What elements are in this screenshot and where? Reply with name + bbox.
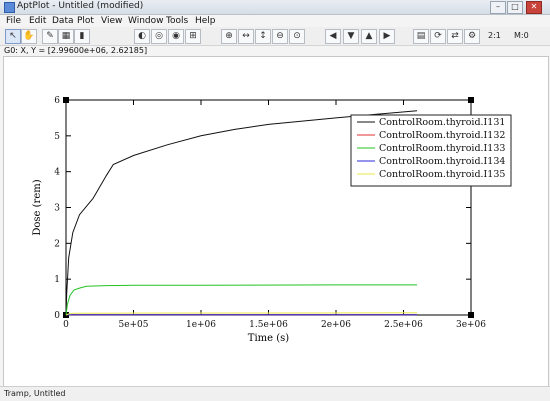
x-tick-label: 2.5e+06 [384, 320, 423, 330]
legend-label: ControlRoom.thyroid.I134 [379, 156, 505, 167]
y-tick-label: 3 [54, 204, 60, 214]
y-tick-label: 2 [54, 239, 60, 249]
minimize-button[interactable]: – [490, 1, 506, 14]
x-tick-label: 5e+05 [118, 320, 148, 330]
zoom-fit-icon[interactable]: ⊙ [289, 29, 305, 44]
app-window: AptPlot - Untitled (modified) – □ ✕ File… [0, 0, 550, 400]
view-zoom-box-icon[interactable]: ⊞ [185, 29, 201, 44]
zoom-out-icon[interactable]: ⊖ [272, 29, 288, 44]
graph-sync-icon[interactable]: ⇄ [447, 29, 463, 44]
graph-add-icon[interactable]: ▤ [413, 29, 429, 44]
x-tick-label: 2e+06 [321, 320, 351, 330]
arrow-up-icon[interactable]: ▲ [361, 29, 377, 44]
y-tick-label: 6 [54, 96, 60, 106]
view-both-icon[interactable]: ◎ [151, 29, 167, 44]
menu-edit[interactable]: Edit [29, 16, 46, 26]
view-left-icon[interactable]: ◐ [134, 29, 150, 44]
x-axis-label: Time (s) [248, 333, 289, 344]
menu-view[interactable]: View [101, 16, 122, 26]
line-chart[interactable]: 0 5e+05 1e+06 1.5e+06 2e+06 2.5e+06 3e+06 0 1 2 3 4… [4, 57, 548, 386]
pencil-icon[interactable]: ✎ [42, 29, 58, 44]
series-line-3[interactable] [66, 285, 417, 315]
arrow-down-icon[interactable]: ▼ [343, 29, 359, 44]
x-tick-label: 1e+06 [186, 320, 216, 330]
x-tick-label: 1.5e+06 [249, 320, 288, 330]
zoom-ratio: 2:1 [488, 31, 501, 40]
menu-tools[interactable]: Tools [166, 16, 188, 26]
menu-file[interactable]: File [6, 16, 21, 26]
chart-edit-icon[interactable]: ▦ [58, 29, 74, 44]
arrow-right-icon[interactable]: ▶ [379, 29, 395, 44]
legend-label: ControlRoom.thyroid.I133 [379, 143, 505, 154]
coordinate-readout: G0: X, Y = [2.99600e+06, 2.62185] [4, 46, 147, 55]
y-tick-label: 1 [54, 275, 60, 285]
zoom-y-icon[interactable]: ↕ [255, 29, 271, 44]
plot-panel[interactable]: 0 5e+05 1e+06 1.5e+06 2e+06 2.5e+06 3e+06 0 1 2 3 4… [3, 56, 549, 387]
menu-bar: File Edit Data Plot View Window Tools He… [0, 15, 550, 27]
toolbar: ↖ ✋ ✎ ▦ ▮ ◐ ◎ ◉ ⊞ ⊕ ↔ ↕ ⊖ ⊙ ◀ ▼ ▲ ▶ ▤ ⟳ … [0, 27, 550, 46]
x-tick-label: 3e+06 [456, 320, 486, 330]
status-bar: Tramp, Untitled [0, 386, 550, 401]
title-bar[interactable]: AptPlot - Untitled (modified) – □ ✕ [0, 0, 550, 15]
pan-hand-icon[interactable]: ✋ [21, 29, 37, 44]
status-text: Tramp, Untitled [4, 389, 66, 398]
legend-label: ControlRoom.thyroid.I131 [379, 117, 505, 128]
window-title: AptPlot - Untitled (modified) [17, 1, 143, 11]
y-tick-label: 0 [54, 311, 60, 321]
legend-label: ControlRoom.thyroid.I132 [379, 130, 505, 141]
menu-window[interactable]: Window [128, 16, 164, 26]
y-tick-label: 5 [54, 132, 60, 142]
y-tick-label: 4 [54, 168, 60, 178]
legend-label: ControlRoom.thyroid.I135 [379, 169, 505, 180]
zoom-x-icon[interactable]: ↔ [238, 29, 254, 44]
zoom-in-icon[interactable]: ⊕ [221, 29, 237, 44]
menu-plot[interactable]: Plot [77, 16, 94, 26]
graph-settings-icon[interactable]: ⚙ [464, 29, 480, 44]
menu-help[interactable]: Help [195, 16, 216, 26]
x-tick-label: 0 [63, 320, 69, 330]
menu-data[interactable]: Data [52, 16, 74, 26]
app-icon [4, 2, 15, 13]
view-fit-icon[interactable]: ◉ [168, 29, 184, 44]
close-button[interactable]: ✕ [526, 1, 542, 14]
graph-refresh-icon[interactable]: ⟳ [430, 29, 446, 44]
arrow-left-icon[interactable]: ◀ [325, 29, 341, 44]
pointer-icon[interactable]: ↖ [5, 29, 21, 44]
zoom-level: M:0 [514, 31, 529, 40]
maximize-button[interactable]: □ [507, 1, 523, 14]
y-axis-label: Dose (rem) [32, 179, 43, 235]
delete-icon[interactable]: ▮ [74, 29, 90, 44]
